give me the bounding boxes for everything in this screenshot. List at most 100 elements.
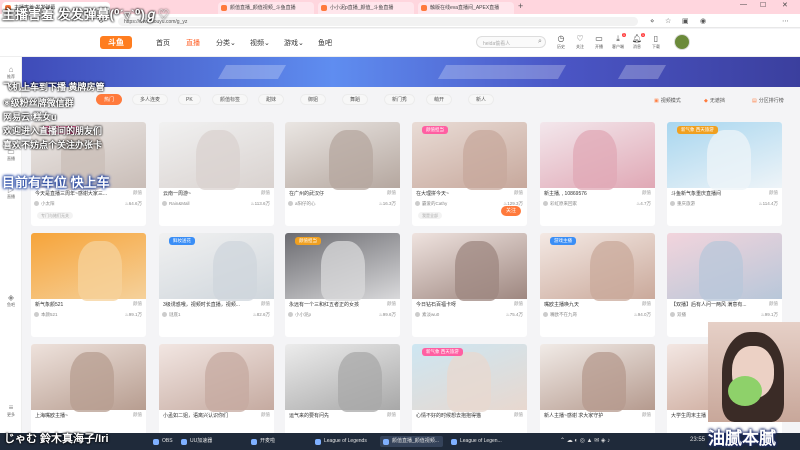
promo-banner[interactable]: [22, 57, 800, 87]
stream-title[interactable]: 斗鱼新气象重庆直播间: [671, 190, 751, 197]
stream-category[interactable]: 颜值: [769, 301, 778, 307]
history-button[interactable]: ◷ 历史: [554, 34, 568, 50]
stream-category[interactable]: 颜值: [514, 412, 523, 418]
chip-hot[interactable]: 热门: [96, 94, 123, 105]
streamer-name[interactable]: 谜底1: [162, 312, 181, 318]
streamer-name[interactable]: 小小泥p: [287, 312, 311, 318]
stream-card[interactable]: 鲜妆送花 3级诱惑哦，视频时长直播，视频... 颜值 谜底1 ♨82.6万: [159, 233, 274, 337]
stream-tag[interactable]: 专门与她们无关: [37, 212, 73, 219]
streamer-name[interactable]: 素淡wu0: [414, 312, 439, 318]
streamer-name[interactable]: a阳仔的心: [288, 201, 316, 207]
sidebar-item-more[interactable]: ≡ 更多: [2, 403, 20, 418]
stream-title[interactable]: 心情不好的时候想去抱抱得猫: [416, 412, 496, 419]
browser-profile-icon[interactable]: ◉: [700, 17, 706, 25]
stream-thumbnail[interactable]: [159, 344, 274, 412]
extension-icon[interactable]: ⋄: [650, 17, 654, 25]
streamer-name[interactable]: 重庆旅游: [670, 201, 695, 207]
rank-button[interactable]: ▤ 分区排行榜: [752, 97, 784, 104]
no-block-toggle[interactable]: ◆ 无遮挡: [704, 97, 725, 104]
stream-title[interactable]: 今日钻石百福卡呀: [416, 301, 496, 308]
stream-card[interactable]: 在广州的武汉仔 颜值 a阳仔的心 ♨16.3万: [285, 122, 400, 226]
favorites-icon[interactable]: ☆: [665, 17, 671, 25]
user-avatar[interactable]: [674, 34, 690, 50]
browser-tab-1[interactable]: 颜值直播_颜值视频_斗鱼直播: [218, 2, 314, 14]
chip-cute[interactable]: 萌开: [426, 94, 453, 105]
new-tab-icon[interactable]: +: [518, 1, 523, 11]
follow-button[interactable]: ♡ 关注: [573, 34, 587, 50]
stream-card[interactable]: 云南一周游~ 颜值 Rain&Mall ♨113.6万: [159, 122, 274, 226]
stream-thumbnail[interactable]: 新气象 西天旅游: [667, 122, 782, 190]
stream-thumbnail[interactable]: [540, 122, 655, 190]
stream-category[interactable]: 颜值: [133, 190, 142, 196]
stream-thumbnail[interactable]: [31, 233, 146, 301]
streamer-name[interactable]: 霸爱的Cathy: [414, 201, 447, 207]
stream-thumbnail[interactable]: 颜值担当: [285, 233, 400, 301]
video-mode-toggle[interactable]: ▣ 视频模式: [654, 97, 681, 104]
nav-video[interactable]: 视频⌄: [250, 38, 270, 48]
stream-title[interactable]: 上海嘴欧主播~: [35, 412, 115, 419]
stream-card[interactable]: 游戏主播 嘴欧主播唤九天 颜值 嘴欧不在九哥 ♨94.0万: [540, 233, 655, 337]
stream-thumbnail[interactable]: 鲜妆送花: [159, 233, 274, 301]
stream-tag[interactable]: 我是全部: [418, 212, 442, 219]
stream-category[interactable]: 颜值: [387, 301, 396, 307]
stream-thumbnail[interactable]: [285, 122, 400, 190]
stream-thumbnail[interactable]: [667, 233, 782, 301]
chip-mature[interactable]: 御姐: [300, 94, 327, 105]
stream-card[interactable]: 今日钻石百福卡呀 颜值 素淡wu0 ♨75.4万: [412, 233, 527, 337]
chip-new-show[interactable]: 新门秀: [384, 94, 416, 105]
stream-title[interactable]: 3级诱惑哦，视频时长直播，视频...: [163, 301, 243, 308]
streamer-name[interactable]: 小太阳: [34, 201, 55, 207]
stream-category[interactable]: 颜值: [769, 190, 778, 196]
search-icon[interactable]: ⌕: [538, 38, 542, 46]
stream-category[interactable]: 颜值: [387, 190, 396, 196]
follow-button[interactable]: 关注: [501, 206, 521, 216]
stream-thumbnail[interactable]: [159, 122, 274, 190]
stream-category[interactable]: 颜值: [642, 412, 651, 418]
stream-thumbnail[interactable]: [31, 344, 146, 412]
stream-title[interactable]: 嘴欧主播唤九天: [544, 301, 624, 308]
streamer-name[interactable]: 嘴欧不在九哥: [543, 312, 577, 318]
stream-thumbnail[interactable]: [412, 233, 527, 301]
stream-title[interactable]: 在大理拼今天~: [416, 190, 496, 197]
taskbar-lol[interactable]: League of Legends: [312, 436, 371, 447]
url-input[interactable]: https://www.douyu.com/g_yz: [118, 17, 638, 26]
stream-category[interactable]: 颜值: [642, 301, 651, 307]
stream-title[interactable]: 在广州的武汉仔: [289, 190, 369, 197]
stream-category[interactable]: 颜值: [514, 190, 523, 196]
taskbar-lol-2[interactable]: League of Legen...: [448, 436, 506, 447]
stream-card[interactable]: 颜值担当 在大理拼今天~ 颜值 霸爱的Cathy ♨129.3万 我是全部 关注: [412, 122, 527, 226]
douyu-logo[interactable]: 斗鱼: [100, 36, 132, 49]
stream-title[interactable]: 小孟如二姐，语离兴认识你们: [163, 412, 243, 419]
minimize-icon[interactable]: —: [740, 1, 747, 8]
sidebar-item-fishbar[interactable]: ◈ 鱼吧: [2, 293, 20, 308]
taskbar-uu[interactable]: UU加速器: [178, 436, 216, 447]
browser-tab-2[interactable]: 小小泥p直播_颜值_斗鱼直播: [318, 2, 414, 14]
stream-thumbnail[interactable]: [540, 344, 655, 412]
message-button[interactable]: 🔔︎ 消息 1: [630, 33, 645, 50]
taskbar-obs[interactable]: OBS: [150, 436, 177, 447]
download-button[interactable]: ▯ 下载: [649, 34, 663, 50]
chip-pk[interactable]: PK: [178, 94, 201, 105]
chip-looks-tag[interactable]: 颜值标签: [212, 94, 249, 105]
streamer-name[interactable]: Rain&Mall: [162, 201, 190, 206]
taskbar-browser[interactable]: 颜值直播_颜值视频...: [380, 436, 443, 447]
stream-title[interactable]: 今天是直播三周年~感谢大家三...: [35, 190, 115, 197]
stream-category[interactable]: 颜值: [133, 412, 142, 418]
stream-card[interactable]: 新主播, , 10869576 颜值 彩虹原来回家 ♨4.7万: [540, 122, 655, 226]
stream-title[interactable]: 永远有一个三和红五者正的女孩: [289, 301, 369, 308]
streamer-name[interactable]: 本颜521: [34, 312, 58, 318]
close-icon[interactable]: ✕: [782, 1, 788, 9]
stream-title[interactable]: 新人主播~感谢 求大家守护: [544, 412, 624, 419]
chip-newcomer[interactable]: 新人: [468, 94, 495, 105]
stream-thumbnail[interactable]: 颜值担当: [412, 122, 527, 190]
chip-multi-mic[interactable]: 多人连麦: [132, 94, 169, 105]
nav-home[interactable]: 首页: [156, 38, 170, 48]
streamer-name[interactable]: 彩虹原来回家: [543, 201, 577, 207]
maximize-icon[interactable]: ☐: [760, 1, 766, 9]
stream-thumbnail[interactable]: [285, 344, 400, 412]
client-button[interactable]: ⤓ 客户端 1: [611, 33, 626, 50]
taskbar-kaimai[interactable]: 开麦啦: [248, 436, 279, 447]
stream-category[interactable]: 颜值: [133, 301, 142, 307]
sidebar-item-recommend[interactable]: ⌂ 推荐: [2, 65, 20, 80]
stream-card[interactable]: 新气象颜521 颜值 本颜521 ♨99.1万: [31, 233, 146, 337]
